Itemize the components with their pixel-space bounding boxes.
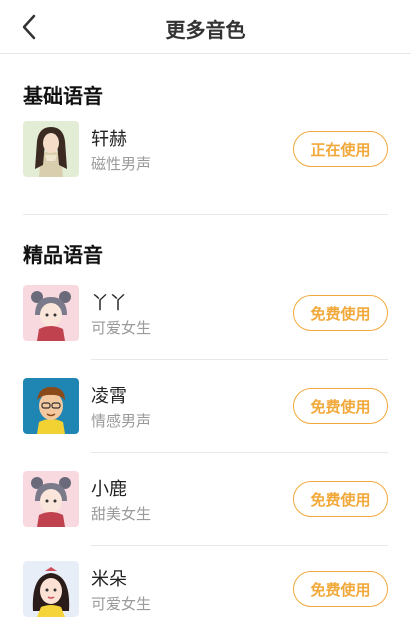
avatar xyxy=(23,121,79,177)
free-use-button[interactable]: 免费使用 xyxy=(293,481,388,517)
voice-item-lingxiao[interactable]: 凌霄 情感男声 免费使用 xyxy=(23,376,388,436)
voice-item-xiaolu[interactable]: 小鹿 甜美女生 免费使用 xyxy=(23,469,388,529)
item-divider xyxy=(91,452,388,453)
voice-desc: 情感男声 xyxy=(91,412,152,430)
voice-name: 米朵 xyxy=(91,569,127,590)
section-divider xyxy=(23,214,388,215)
voice-name: 丫丫 xyxy=(91,293,127,314)
voice-desc: 磁性男声 xyxy=(91,155,152,173)
free-use-button[interactable]: 免费使用 xyxy=(293,571,388,607)
free-use-button[interactable]: 免费使用 xyxy=(293,388,388,424)
top-nav-bar: 更多音色 xyxy=(0,0,411,54)
voice-name: 轩赫 xyxy=(91,129,127,150)
free-use-button[interactable]: 免费使用 xyxy=(293,295,388,331)
voice-item-miduo[interactable]: 米朵 可爱女生 免费使用 xyxy=(23,559,388,619)
page-title: 更多音色 xyxy=(165,18,246,42)
in-use-button[interactable]: 正在使用 xyxy=(293,131,388,167)
voice-item-yaya[interactable]: 丫丫 可爱女生 免费使用 xyxy=(23,283,388,343)
voice-desc: 可爱女生 xyxy=(91,595,152,613)
voice-desc: 甜美女生 xyxy=(91,505,152,523)
avatar xyxy=(23,378,79,434)
voice-name: 凌霄 xyxy=(91,386,127,407)
section-title-premium: 精品语音 xyxy=(23,243,103,267)
avatar xyxy=(23,561,79,617)
voice-desc: 可爱女生 xyxy=(91,319,152,337)
item-divider xyxy=(91,359,388,360)
item-divider xyxy=(91,545,388,546)
section-title-basic: 基础语音 xyxy=(23,84,103,108)
voice-name: 小鹿 xyxy=(91,479,127,500)
avatar xyxy=(23,285,79,341)
voice-item-xuanhe[interactable]: 轩赫 磁性男声 正在使用 xyxy=(23,119,388,179)
avatar xyxy=(23,471,79,527)
